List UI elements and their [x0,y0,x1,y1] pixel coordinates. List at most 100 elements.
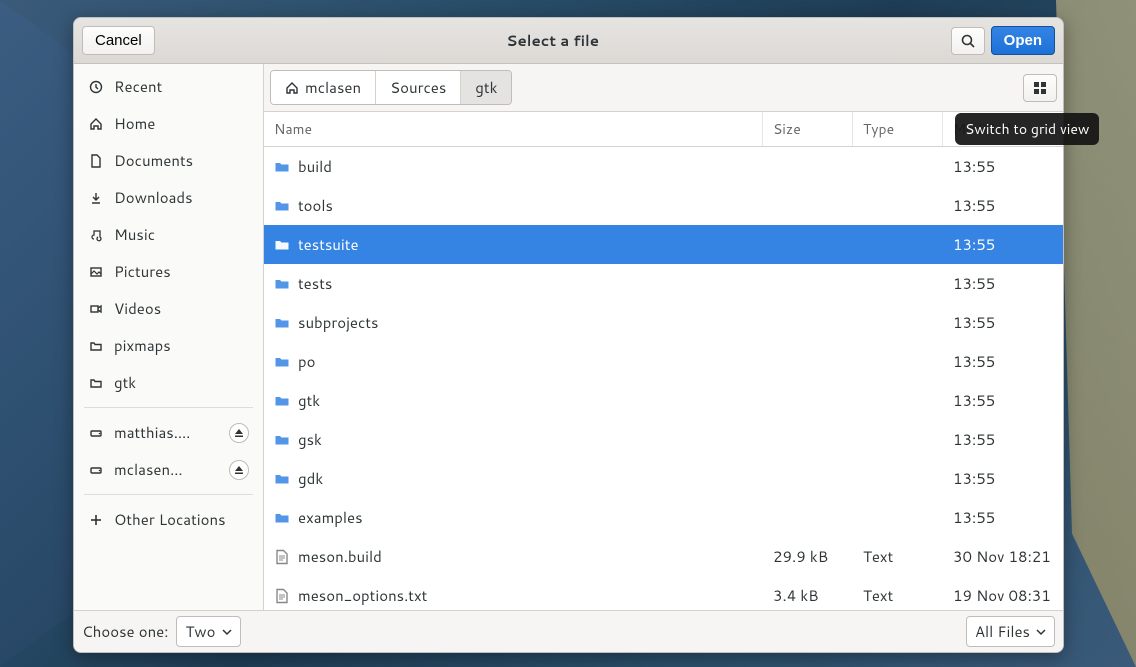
cell-name: po [264,351,763,372]
plus-icon [88,512,104,528]
sidebar-drive[interactable]: mclasen… [74,451,263,488]
file-row[interactable]: gtk13:55 [264,381,1063,420]
places-sidebar: Recent Home Documents Downloads Music Picture… [74,64,264,610]
column-name[interactable]: Name [264,112,763,146]
file-row[interactable]: testsuite 13:55 [264,225,1063,264]
cell-modified: 13:55 [943,156,1063,177]
file-icon [274,588,290,604]
eject-button[interactable] [229,423,249,443]
sidebar-item-recent[interactable]: Recent [74,68,263,105]
path-segment[interactable]: mclasen [271,71,376,104]
cell-name: meson.build [264,546,763,567]
open-button[interactable]: Open [991,26,1055,55]
sidebar-item-documents[interactable]: Documents [74,142,263,179]
sidebar-item-pictures[interactable]: Pictures [74,253,263,290]
cell-modified: 13:55 [943,234,1063,255]
file-name: tests [298,273,332,294]
file-row[interactable]: gdk13:55 [264,459,1063,498]
folder-icon [274,510,290,526]
drive-icon [88,462,104,478]
path-segment[interactable]: Sources [376,71,461,104]
folder-icon [274,276,290,292]
cell-name: subprojects [264,312,763,333]
filter-value: All Files [975,621,1030,642]
file-row[interactable]: subprojects13:55 [264,303,1063,342]
folder-icon [274,198,290,214]
cell-name: tests [264,273,763,294]
folder-icon [274,159,290,175]
file-row[interactable]: examples13:55 [264,498,1063,537]
cell-size: 29.9 kB [763,546,853,567]
file-icon [274,549,290,565]
sidebar-item-label: Downloads [114,187,193,208]
drive-icon [88,425,104,441]
folder-icon [274,354,290,370]
file-row[interactable]: tests 13:55 [264,264,1063,303]
path-label: mclasen [305,77,361,98]
filter-combo[interactable]: All Files [966,616,1055,647]
file-name: meson_options.txt [298,585,427,606]
cancel-label: Cancel [95,32,142,49]
home-icon [285,81,299,95]
sidebar-drive[interactable]: matthias.… [74,414,263,451]
pathbar-row: mclasen Sources gtk [264,64,1063,112]
sidebar-item-pixmaps[interactable]: pixmaps [74,327,263,364]
cell-type: Text [853,585,943,606]
file-list[interactable]: build 13:55 tools13:55 testsuite 13:55 tests 1… [264,147,1063,610]
path-segment[interactable]: gtk [461,71,511,104]
folder-icon [274,432,290,448]
cell-type: Text [853,546,943,567]
cell-modified: 13:55 [943,429,1063,450]
cell-modified: 13:55 [943,273,1063,294]
cell-name: testsuite [264,234,763,255]
sidebar-item-label: Videos [114,298,161,319]
cell-modified: 30 Nov 18:21 [943,546,1063,567]
file-row[interactable]: build 13:55 [264,147,1063,186]
cell-name: gdk [264,468,763,489]
main-pane: mclasen Sources gtk Name Size [264,64,1063,610]
file-name: meson.build [298,546,382,567]
sidebar-other-locations[interactable]: Other Locations [74,501,263,538]
sidebar-item-label: Home [114,113,155,134]
sidebar-item-videos[interactable]: Videos [74,290,263,327]
folder-icon [88,338,104,354]
folder-icon [274,393,290,409]
sidebar-item-label: Music [114,224,155,245]
sidebar-item-home[interactable]: Home [74,105,263,142]
choose-combo[interactable]: Two [176,616,240,647]
cell-modified: 13:55 [943,507,1063,528]
other-locations-label: Other Locations [114,509,226,530]
file-row[interactable]: gsk 13:55 [264,420,1063,459]
sidebar-item-music[interactable]: Music [74,216,263,253]
path-bar: mclasen Sources gtk [270,70,512,105]
eject-button[interactable] [229,460,249,480]
cancel-button[interactable]: Cancel [82,26,155,55]
cell-size: 3.4 kB [763,585,853,606]
sidebar-item-label: Documents [114,150,193,171]
column-size[interactable]: Size [763,112,853,146]
column-type[interactable]: Type [853,112,943,146]
sidebar-separator [84,494,253,495]
path-label: Sources [390,77,446,98]
sidebar-item-gtk[interactable]: gtk [74,364,263,401]
cell-name: build [264,156,763,177]
file-name: build [298,156,332,177]
file-row[interactable]: tools13:55 [264,186,1063,225]
sidebar-item-label: Recent [114,76,162,97]
column-modified[interactable]: Modified [943,112,1063,146]
header-left: Cancel [82,26,155,55]
cell-name: meson_options.txt [264,585,763,606]
picture-icon [88,264,104,280]
sidebar-item-downloads[interactable]: Downloads [74,179,263,216]
search-button[interactable] [951,27,985,55]
folder-icon [274,471,290,487]
file-row[interactable]: po13:55 [264,342,1063,381]
folder-icon [274,237,290,253]
cell-name: gsk [264,429,763,450]
file-row[interactable]: meson_options.txt 3.4 kBText19 Nov 08:31 [264,576,1063,610]
cell-modified: 19 Nov 08:31 [943,585,1063,606]
file-row[interactable]: meson.build 29.9 kBText30 Nov 18:21 [264,537,1063,576]
view-toggle-button[interactable] [1023,74,1057,102]
folder-icon [274,315,290,331]
sidebar-drive-label: matthias.… [114,422,191,443]
